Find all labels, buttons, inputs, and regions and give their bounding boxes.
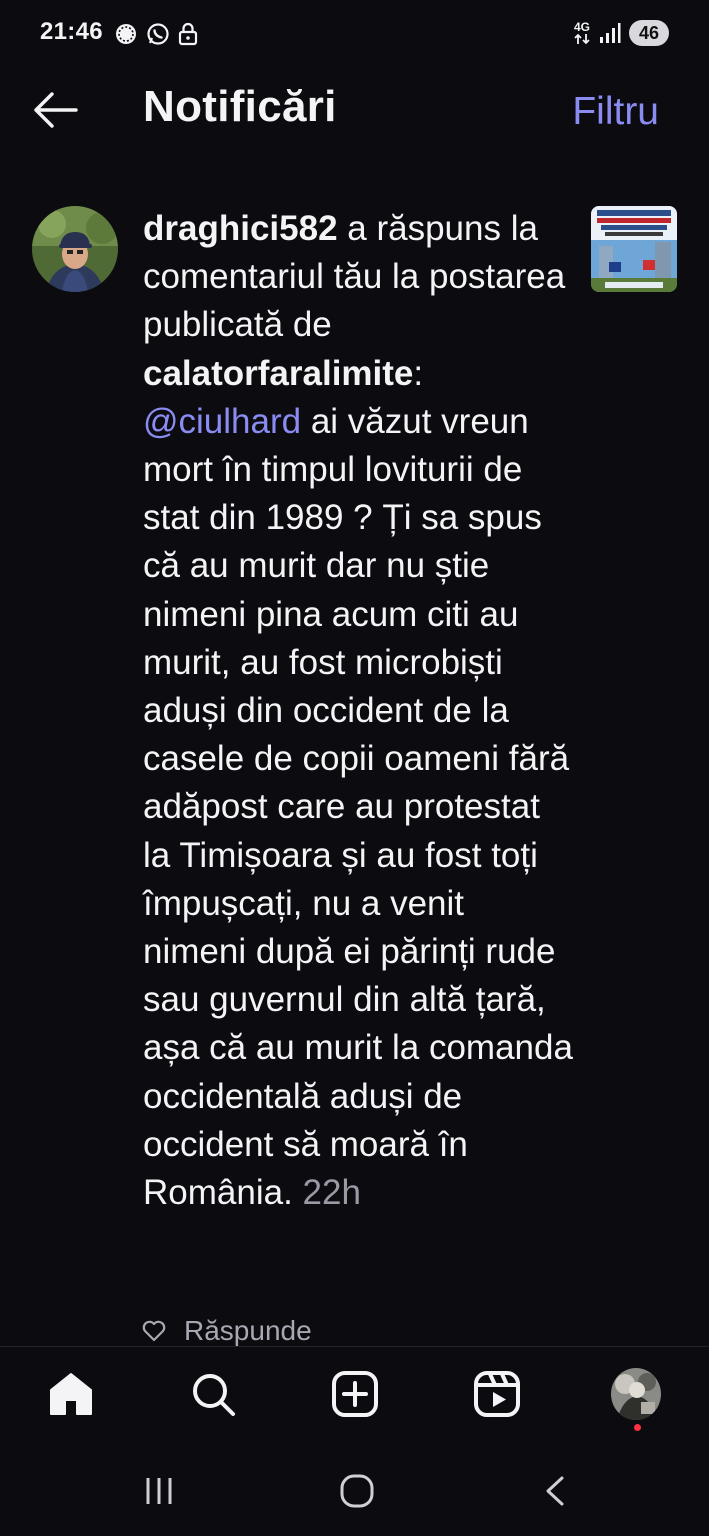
user-avatar[interactable]	[32, 206, 118, 292]
arrow-left-icon	[34, 92, 78, 128]
comment-text: ai văzut vreun mort în timpul loviturii …	[143, 401, 573, 1213]
create-icon	[332, 1371, 378, 1417]
recent-apps-icon	[146, 1478, 172, 1504]
create-button[interactable]	[330, 1369, 380, 1419]
profile-avatar	[611, 1368, 661, 1420]
reply-button[interactable]: Răspunde	[184, 1315, 312, 1347]
filter-button[interactable]: Filtru	[572, 90, 659, 134]
mention-link[interactable]: @ciulhard	[143, 402, 301, 441]
status-icons-left	[114, 22, 198, 46]
battery-level: 46	[638, 22, 660, 43]
home-circle-icon	[340, 1474, 374, 1508]
home-button[interactable]	[46, 1369, 96, 1419]
status-bar: 21:46 4G 46	[0, 0, 709, 70]
search-icon	[193, 1374, 235, 1416]
reels-icon	[474, 1371, 520, 1417]
battery-icon: 46	[629, 20, 669, 46]
recent-apps-button[interactable]	[134, 1466, 184, 1516]
whatsapp-icon	[147, 23, 169, 45]
home-system-button[interactable]	[332, 1466, 382, 1516]
timestamp: 22h	[302, 1173, 361, 1213]
page-title: Notificări	[143, 82, 337, 131]
reels-button[interactable]	[472, 1369, 522, 1419]
chat-bubble-icon	[116, 24, 136, 44]
lock-icon	[178, 22, 198, 46]
search-button[interactable]	[188, 1369, 238, 1419]
home-icon	[50, 1373, 92, 1415]
header: Notificări Filtru	[0, 70, 709, 150]
data-arrows-icon: 4G	[573, 19, 591, 45]
system-nav	[0, 1446, 709, 1536]
post-author-link[interactable]: calatorfaralimite	[143, 354, 413, 393]
profile-button[interactable]	[611, 1368, 661, 1420]
notification-text: draghici582 a răspuns la comentariul tău…	[143, 205, 573, 1217]
chevron-left-icon	[546, 1476, 564, 1506]
status-time: 21:46	[40, 18, 103, 45]
signal-icon	[600, 23, 621, 43]
username-link[interactable]: draghici582	[143, 209, 338, 248]
reply-row: Răspunde	[142, 1315, 312, 1347]
post-thumbnail[interactable]	[591, 206, 677, 292]
colon-text: :	[413, 353, 424, 393]
network-label: 4G	[573, 19, 590, 34]
notification-dot	[634, 1424, 641, 1431]
status-icons-right: 4G 46	[573, 20, 669, 46]
back-system-button[interactable]	[532, 1466, 582, 1516]
back-button[interactable]	[30, 88, 80, 132]
heart-icon[interactable]	[142, 1320, 166, 1342]
bottom-nav	[0, 1346, 709, 1447]
